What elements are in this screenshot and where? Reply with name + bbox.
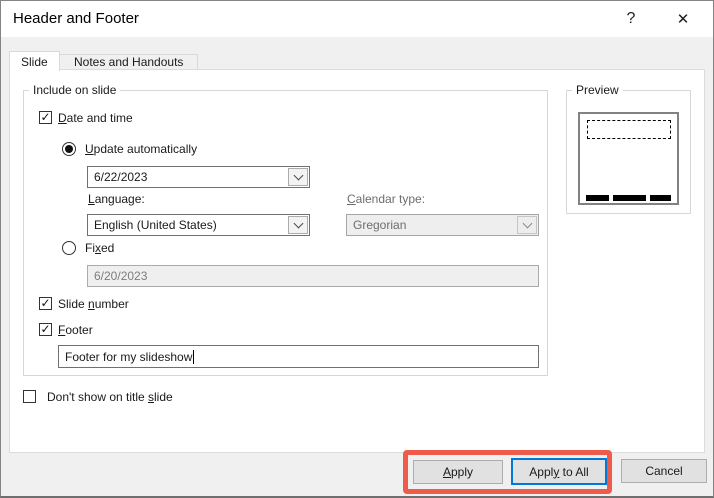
update-automatically-radio[interactable] bbox=[62, 142, 76, 156]
check-icon: ✓ bbox=[40, 321, 51, 336]
slide-number-label[interactable]: Slide number bbox=[58, 297, 129, 311]
dropdown-button[interactable] bbox=[288, 168, 308, 186]
fixed-label[interactable]: Fixed bbox=[85, 241, 114, 255]
dropdown-button bbox=[517, 216, 537, 234]
header-footer-dialog: Header and Footer ? ✕ Slide Notes and Ha… bbox=[0, 0, 714, 498]
preview-slide-number-placeholder bbox=[650, 195, 671, 201]
help-icon[interactable]: ? bbox=[609, 1, 653, 37]
footer-checkbox[interactable]: ✓ bbox=[39, 323, 52, 336]
chevron-down-icon bbox=[522, 218, 532, 229]
cancel-button[interactable]: Cancel bbox=[621, 459, 707, 483]
check-icon: ✓ bbox=[40, 295, 51, 310]
apply-button[interactable]: Apply bbox=[413, 460, 503, 484]
dont-show-on-title-slide-label[interactable]: Don't show on title slide bbox=[47, 390, 173, 404]
date-and-time-checkbox[interactable]: ✓ bbox=[39, 111, 52, 124]
apply-to-all-button[interactable]: Apply to All bbox=[511, 458, 607, 485]
dropdown-button[interactable] bbox=[288, 216, 308, 234]
preview-title-placeholder bbox=[587, 120, 671, 139]
preview-slide-thumbnail bbox=[578, 112, 679, 205]
dont-show-on-title-slide-checkbox[interactable] bbox=[23, 390, 36, 403]
dialog-title: Header and Footer bbox=[13, 10, 139, 27]
preview-footer-placeholder bbox=[613, 195, 646, 201]
radio-dot-icon bbox=[65, 145, 73, 153]
fixed-radio[interactable] bbox=[62, 241, 76, 255]
footer-text-field[interactable]: Footer for my slideshow bbox=[58, 345, 539, 368]
preview-date-placeholder bbox=[586, 195, 609, 201]
date-format-dropdown[interactable]: 6/22/2023 bbox=[87, 166, 310, 188]
include-group-title: Include on slide bbox=[29, 83, 121, 97]
tab-slide[interactable]: Slide bbox=[9, 51, 60, 71]
text-cursor bbox=[193, 349, 195, 364]
calendar-type-dropdown: Gregorian bbox=[346, 214, 539, 236]
chevron-down-icon bbox=[293, 170, 303, 181]
check-icon: ✓ bbox=[40, 109, 51, 124]
footer-label[interactable]: Footer bbox=[58, 323, 93, 337]
language-dropdown[interactable]: English (United States) bbox=[87, 214, 310, 236]
date-and-time-label[interactable]: Date and time bbox=[58, 111, 133, 125]
title-bar: Header and Footer ? ✕ bbox=[1, 1, 713, 37]
tab-notes-and-handouts[interactable]: Notes and Handouts bbox=[59, 54, 199, 70]
slide-number-checkbox[interactable]: ✓ bbox=[39, 297, 52, 310]
chevron-down-icon bbox=[293, 218, 303, 229]
update-automatically-label[interactable]: Update automatically bbox=[85, 142, 197, 156]
calendar-type-label: Calendar type: bbox=[347, 192, 426, 206]
close-icon[interactable]: ✕ bbox=[661, 1, 705, 37]
fixed-date-field: 6/20/2023 bbox=[87, 265, 539, 287]
preview-group-title: Preview bbox=[572, 83, 623, 97]
language-label: Language: bbox=[88, 192, 145, 206]
